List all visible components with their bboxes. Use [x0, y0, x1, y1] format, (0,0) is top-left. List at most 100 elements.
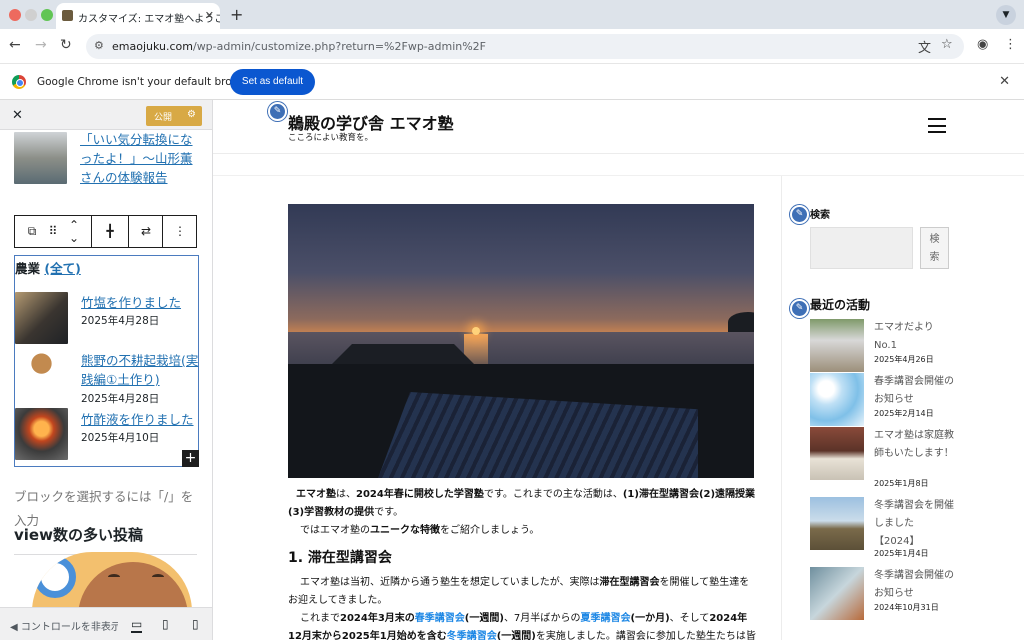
close-window-button[interactable] — [9, 9, 21, 21]
address-bar[interactable]: ⚙ emaojuku.com/wp-admin/customize.php?re… — [86, 34, 964, 59]
search-button-label: 検索 — [929, 234, 940, 263]
tablet-preview-icon[interactable]: ▯ — [162, 617, 169, 631]
post-thumbnail — [15, 408, 68, 460]
search-widget-title: 検索 — [810, 210, 830, 221]
site-header: ✎ 鵜殿の学び舎 エマオ塾 こころによい教育を。 — [213, 100, 1024, 154]
post-date: 2024年10月31日 — [874, 603, 939, 612]
text-span: は、 — [336, 489, 356, 500]
move-up-down-icon[interactable]: ⌃ ⌄ — [63, 216, 85, 247]
drag-handle-icon[interactable]: ⠿ — [45, 216, 61, 247]
minimize-window-button[interactable] — [25, 9, 37, 21]
ring-icon — [34, 556, 76, 598]
site-settings-icon[interactable]: ⚙ — [94, 39, 104, 52]
post-title-link[interactable]: 竹塩を作りました — [81, 293, 199, 312]
text-span: をご紹介しましょう。 — [440, 525, 540, 536]
publish-button[interactable]: 公開 ⚙ — [146, 106, 202, 126]
body-paragraph: エマオ塾は当初、近隣から通う塾生を想定していましたが、実際は滞在型講習会を開催し… — [288, 574, 756, 610]
customizer-footer: ◀ コントロールを非表示 ▭ ▯ ▯ — [0, 607, 212, 640]
text-span: 2024年春に開校した学習塾 — [356, 489, 484, 500]
list-item[interactable]: 竹酢液を作りました 2025年4月10日 — [15, 408, 200, 464]
tab-bar: カスタマイズ: エマオ塾へようこ ✕ + ▼ — [0, 0, 1024, 29]
profile-icon[interactable]: ◉ — [977, 37, 988, 52]
back-arrow-icon[interactable]: ← — [9, 37, 21, 53]
hide-controls-button[interactable]: ◀ コントロールを非表示 — [10, 618, 118, 633]
gear-icon[interactable]: ⚙ — [187, 109, 196, 120]
post-thumbnail — [15, 348, 68, 400]
text-span: の — [360, 525, 370, 536]
list-item[interactable]: エマオ塾は家庭教師もいたします！ 2025年1月8日 — [810, 427, 970, 489]
close-customizer-icon[interactable]: ✕ — [12, 108, 23, 123]
text-span: 滞在型講習会 — [599, 577, 660, 588]
default-browser-infobar: Google Chrome isn't your default browser… — [0, 63, 1024, 100]
text-span: 2024年3月末の — [340, 613, 415, 624]
bear-eye — [108, 574, 120, 580]
customizer-sidebar: ✕ 公開 ⚙ 「いい気分転換になったよ！」～山形薫さんの体験報告 ⧉ ⠿ ⌃ ⌄ … — [0, 100, 213, 640]
list-item[interactable]: 冬季講習会を開催しました【2024】 2025年1月4日 — [810, 497, 970, 559]
mobile-preview-icon[interactable]: ▯ — [192, 617, 199, 631]
post-title-link[interactable]: エマオ塾は家庭教師もいたします！ — [874, 427, 954, 463]
post-date: 2025年4月28日 — [81, 393, 160, 405]
block-toolbar: ⧉ ⠿ ⌃ ⌄ ╋ ⇄ ⋮ — [14, 215, 197, 248]
list-item[interactable]: 「いい気分転換になったよ！」～山形薫さんの体験報告 — [14, 130, 199, 187]
block-type-icon[interactable]: ⧉ — [21, 216, 43, 247]
chevron-down-icon[interactable]: ▼ — [996, 5, 1016, 25]
post-title-link[interactable]: 春季講習会開催のお知らせ — [874, 373, 954, 409]
island — [728, 312, 754, 332]
post-title-link[interactable]: 冬季講習会を開催しました【2024】 — [874, 497, 954, 551]
list-item[interactable]: 熊野の不耕起栽培(実践編①土作り) 2025年4月28日 — [15, 348, 200, 405]
post-thumbnail — [14, 132, 67, 184]
close-infobar-icon[interactable]: ✕ — [999, 74, 1010, 89]
category-heading: 農業 (全て) — [15, 258, 81, 277]
desktop-preview-icon[interactable]: ▭ — [131, 617, 143, 633]
edit-pencil-icon[interactable]: ✎ — [790, 205, 809, 224]
add-block-button[interactable]: + — [182, 450, 199, 467]
post-thumbnail — [15, 292, 68, 344]
text-span: です。 — [374, 507, 404, 518]
post-date: 2025年4月10日 — [81, 432, 160, 444]
text-span: (一週間) — [464, 613, 504, 624]
text-span: では — [300, 525, 320, 536]
category-posts-block[interactable]: 農業 (全て) 竹塩を作りました 2025年4月28日 熊野の不耕起栽培(実践編… — [14, 255, 199, 467]
menu-hamburger-icon[interactable] — [928, 118, 946, 133]
close-tab-icon[interactable]: ✕ — [205, 9, 214, 22]
reload-icon[interactable]: ↻ — [60, 37, 72, 53]
bear-eye — [152, 574, 164, 580]
intro-paragraph-2: ではエマオ塾のユニークな特徴をご紹介しましょう。 — [288, 522, 756, 540]
site-preview: ✎ 鵜殿の学び舎 エマオ塾 こころによい教育を。 エマオ塾は、2024年春に開校… — [213, 100, 1024, 640]
hide-controls-label: コントロールを非表示 — [20, 622, 118, 633]
chrome-logo-icon — [12, 75, 26, 89]
edit-pencil-icon[interactable]: ✎ — [790, 299, 809, 318]
search-button[interactable]: 検索 — [920, 227, 949, 269]
category-all-link[interactable]: (全て) — [44, 261, 80, 276]
search-input[interactable] — [810, 227, 913, 269]
list-item[interactable]: 春季講習会開催のお知らせ 2025年2月14日 — [810, 373, 970, 426]
post-title-link[interactable]: 熊野の不耕起栽培(実践編①土作り) — [81, 351, 199, 389]
transform-icon[interactable]: ⇄ — [129, 216, 163, 247]
site-tagline: こころによい教育を。 — [288, 133, 374, 143]
post-title-link[interactable]: 冬季講習会開催のお知らせ — [874, 567, 954, 603]
text-span: (一か月) — [630, 613, 670, 624]
bookmark-star-icon[interactable]: ☆ — [941, 37, 953, 52]
browser-tab[interactable]: カスタマイズ: エマオ塾へようこ ✕ — [56, 3, 220, 29]
popular-post-thumbnail[interactable] — [32, 552, 192, 607]
text-span: 春季講習会 — [414, 613, 465, 624]
align-icon[interactable]: ╋ — [92, 216, 128, 247]
post-title-link[interactable]: エマオだより No.1 — [874, 319, 954, 355]
post-date: 2025年1月8日 — [874, 479, 929, 488]
featured-sunset-image — [288, 204, 754, 478]
post-thumbnail — [810, 319, 864, 372]
post-thumbnail — [810, 427, 864, 480]
post-title-link[interactable]: 竹酢液を作りました — [81, 410, 201, 429]
translate-icon[interactable]: 文 — [918, 37, 931, 56]
more-options-icon[interactable]: ⋮ — [163, 216, 197, 247]
forward-arrow-icon[interactable]: → — [35, 37, 47, 53]
new-tab-icon[interactable]: + — [230, 5, 243, 24]
edit-pencil-icon[interactable]: ✎ — [268, 102, 287, 121]
zoom-window-button[interactable] — [41, 9, 53, 21]
post-title-link[interactable]: 「いい気分転換になったよ！」～山形薫さんの体験報告 — [80, 130, 198, 187]
more-menu-icon[interactable]: ⋮ — [1004, 37, 1017, 52]
list-item[interactable]: 竹塩を作りました 2025年4月28日 — [15, 292, 200, 348]
set-as-default-button[interactable]: Set as default — [230, 69, 315, 95]
list-item[interactable]: エマオだより No.1 2025年4月26日 — [810, 319, 970, 372]
list-item[interactable]: 冬季講習会開催のお知らせ 2024年10月31日 — [810, 567, 970, 621]
